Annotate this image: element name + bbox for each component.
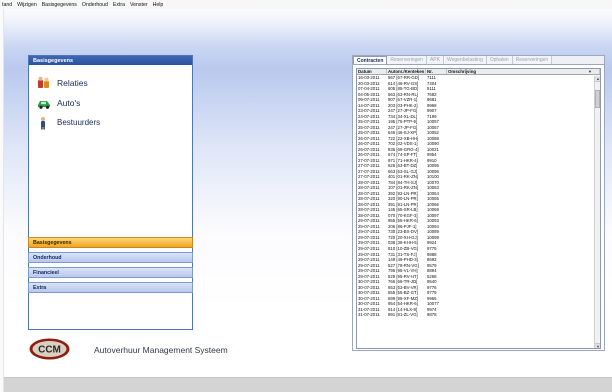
column-header-nr[interactable]: Nr. — [426, 69, 447, 74]
menu-item[interactable]: Help — [153, 2, 164, 8]
table-row[interactable]: 31-07-2011 891 [81-ZL-VG] 9878 — [357, 312, 600, 318]
nav-item-label: Relaties — [57, 77, 88, 88]
nav-panel-header: Basisgegevens — [29, 56, 192, 65]
nav-item-label: Bestuurders — [57, 118, 101, 127]
overview-tabs: Contracten Reserveringen APK Wegenbelast… — [353, 56, 604, 65]
nav-tab-basisgegevens[interactable]: Basisgegevens — [28, 237, 193, 248]
column-header-datum[interactable]: Datum — [357, 69, 387, 74]
nav-item-label: Auto's — [57, 97, 81, 108]
car-icon — [38, 100, 50, 109]
nav-tab-list: Basisgegevens Onderhoud Financieel Extra — [28, 237, 193, 297]
nav-tab-extra[interactable]: Extra — [28, 282, 193, 293]
table-body: 16-03-2011 567 [67-RR-GD] 7111 20-03-2011 61… — [357, 75, 600, 318]
company-logo: CCM — [29, 338, 70, 360]
nav-list: Relaties Auto's Bestuurders — [29, 65, 192, 131]
nav-item-autos[interactable]: Auto's — [37, 94, 192, 111]
nav-item-relaties[interactable]: Relaties — [37, 74, 192, 91]
scroll-down-icon[interactable]: ▼ — [595, 343, 600, 348]
nav-tab-onderhoud[interactable]: Onderhoud — [28, 252, 193, 263]
relations-icon — [38, 76, 49, 88]
menu-item[interactable]: Wijzigen — [17, 2, 37, 8]
menu-item[interactable]: Venster — [130, 2, 148, 8]
tab-ophalen[interactable]: Ophalen — [486, 56, 513, 64]
tab-reserveringen-2[interactable]: Reserveringen — [512, 56, 553, 64]
menu-item[interactable]: Onderhoud — [82, 2, 108, 8]
column-header-autonr[interactable]: Autonr./Kenteken — [387, 69, 426, 74]
driver-icon — [41, 116, 45, 129]
tab-contracten[interactable]: Contracten — [353, 56, 388, 64]
tab-reserveringen[interactable]: Reserveringen — [387, 56, 427, 64]
scroll-thumb[interactable] — [595, 90, 600, 108]
nav-tab-financieel[interactable]: Financieel — [28, 267, 193, 278]
vertical-scrollbar[interactable]: ▲ ▼ — [594, 76, 600, 348]
tab-wegenbelasting[interactable]: Wegenbelasting — [443, 56, 487, 64]
logo-text: CCM — [38, 345, 61, 356]
chevron-down-icon[interactable]: ▼ — [587, 69, 593, 75]
nav-item-bestuurders[interactable]: Bestuurders — [37, 114, 192, 131]
tab-apk[interactable]: APK — [426, 56, 444, 64]
contracts-table[interactable]: Datum Autonr./Kenteken Nr. Omschrijving … — [356, 68, 601, 349]
column-header-omschrijving[interactable]: Omschrijving — [447, 69, 600, 74]
contracts-panel: Contracten Reserveringen APK Wegenbelast… — [352, 55, 605, 351]
cell-datum: 31-07-2011 — [358, 312, 380, 318]
cell-omschrijving — [447, 312, 594, 318]
menu-item[interactable]: Basisgegevens — [42, 2, 77, 8]
status-bar — [4, 377, 612, 392]
cell-autonr: 891 [81-ZL-VG] — [388, 312, 418, 318]
scroll-up-icon[interactable]: ▲ — [595, 76, 600, 82]
menu-item[interactable]: tand — [2, 2, 12, 8]
app-title: Autoverhuur Management Systeem — [94, 345, 228, 355]
cell-nr: 9878 — [427, 312, 437, 318]
menu-item[interactable]: Extra — [113, 2, 125, 8]
menu-bar: tand Wijzigen Basisgegevens Onderhoud Extra V… — [0, 0, 612, 9]
